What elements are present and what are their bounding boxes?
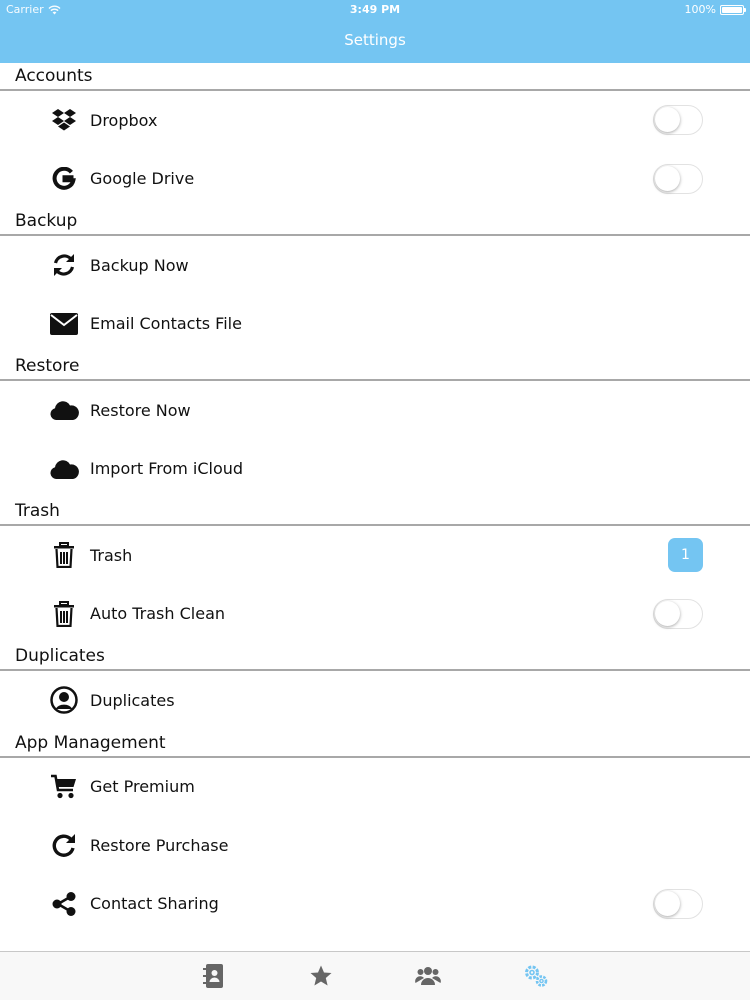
- row-label: Email Contacts File: [90, 314, 242, 334]
- row-restore-now[interactable]: Restore Now: [0, 381, 750, 440]
- row-label: Backup Now: [90, 255, 189, 275]
- row-label: Restore Now: [90, 400, 191, 420]
- google-drive-toggle[interactable]: [653, 163, 703, 194]
- section-header-restore: Restore: [0, 353, 750, 381]
- row-label: Google Drive: [90, 169, 195, 189]
- section-header-accounts: Accounts: [0, 63, 750, 91]
- gears-icon: [525, 965, 548, 987]
- row-duplicates[interactable]: Duplicates: [0, 671, 750, 730]
- contact-sharing-toggle[interactable]: [653, 888, 703, 919]
- dropbox-icon: [48, 104, 80, 136]
- tab-groups[interactable]: [414, 962, 442, 990]
- row-restore-purchase[interactable]: Restore Purchase: [0, 816, 750, 875]
- section-header-app-management: App Management: [0, 730, 750, 758]
- page-title: Settings: [344, 31, 406, 49]
- address-book-icon: [203, 964, 223, 988]
- status-battery: 100%: [685, 3, 746, 16]
- status-time: 3:49 PM: [349, 3, 401, 16]
- row-contact-sharing[interactable]: Contact Sharing: [0, 875, 750, 934]
- auto-trash-clean-toggle[interactable]: [653, 598, 703, 629]
- row-label: Auto Trash Clean: [90, 604, 226, 624]
- cloud-icon: [48, 453, 80, 485]
- dropbox-toggle[interactable]: [653, 105, 703, 136]
- row-label: Trash: [90, 545, 133, 565]
- settings-list: Accounts Dropbox Google Drive Backup Bac…: [0, 63, 750, 933]
- row-label: Restore Purchase: [90, 835, 229, 855]
- row-dropbox[interactable]: Dropbox: [0, 91, 750, 150]
- row-import-icloud[interactable]: Import From iCloud: [0, 440, 750, 499]
- row-label: Import From iCloud: [90, 459, 244, 479]
- row-label: Dropbox: [90, 110, 158, 130]
- users-icon: [415, 967, 441, 985]
- trash-icon: [48, 598, 80, 630]
- section-header-backup: Backup: [0, 208, 750, 236]
- row-trash[interactable]: Trash 1: [0, 526, 750, 585]
- cart-icon: [48, 771, 80, 803]
- envelope-icon: [48, 308, 80, 340]
- tab-favorites[interactable]: [307, 962, 335, 990]
- row-email-contacts[interactable]: Email Contacts File: [0, 295, 750, 354]
- battery-icon: [720, 4, 746, 15]
- share-icon: [48, 888, 80, 920]
- row-backup-now[interactable]: Backup Now: [0, 236, 750, 295]
- tab-contacts[interactable]: [200, 962, 228, 990]
- navigation-bar: Carrier 3:49 PM 100% Settings: [0, 0, 750, 63]
- redo-icon: [48, 829, 80, 861]
- user-circle-icon: [48, 684, 80, 716]
- google-icon: [48, 163, 80, 195]
- tab-bar: [0, 951, 750, 1000]
- sync-icon: [48, 249, 80, 281]
- section-header-duplicates: Duplicates: [0, 643, 750, 671]
- row-label: Duplicates: [90, 690, 175, 710]
- row-auto-trash-clean[interactable]: Auto Trash Clean: [0, 585, 750, 644]
- row-google-drive[interactable]: Google Drive: [0, 150, 750, 209]
- cloud-icon: [48, 394, 80, 426]
- trash-icon: [48, 539, 80, 571]
- row-label: Contact Sharing: [90, 894, 219, 914]
- trash-count-badge: 1: [668, 538, 703, 573]
- tab-settings[interactable]: [522, 962, 550, 990]
- section-header-trash: Trash: [0, 498, 750, 526]
- row-get-premium[interactable]: Get Premium: [0, 758, 750, 817]
- star-icon: [310, 965, 332, 986]
- row-label: Get Premium: [90, 777, 195, 797]
